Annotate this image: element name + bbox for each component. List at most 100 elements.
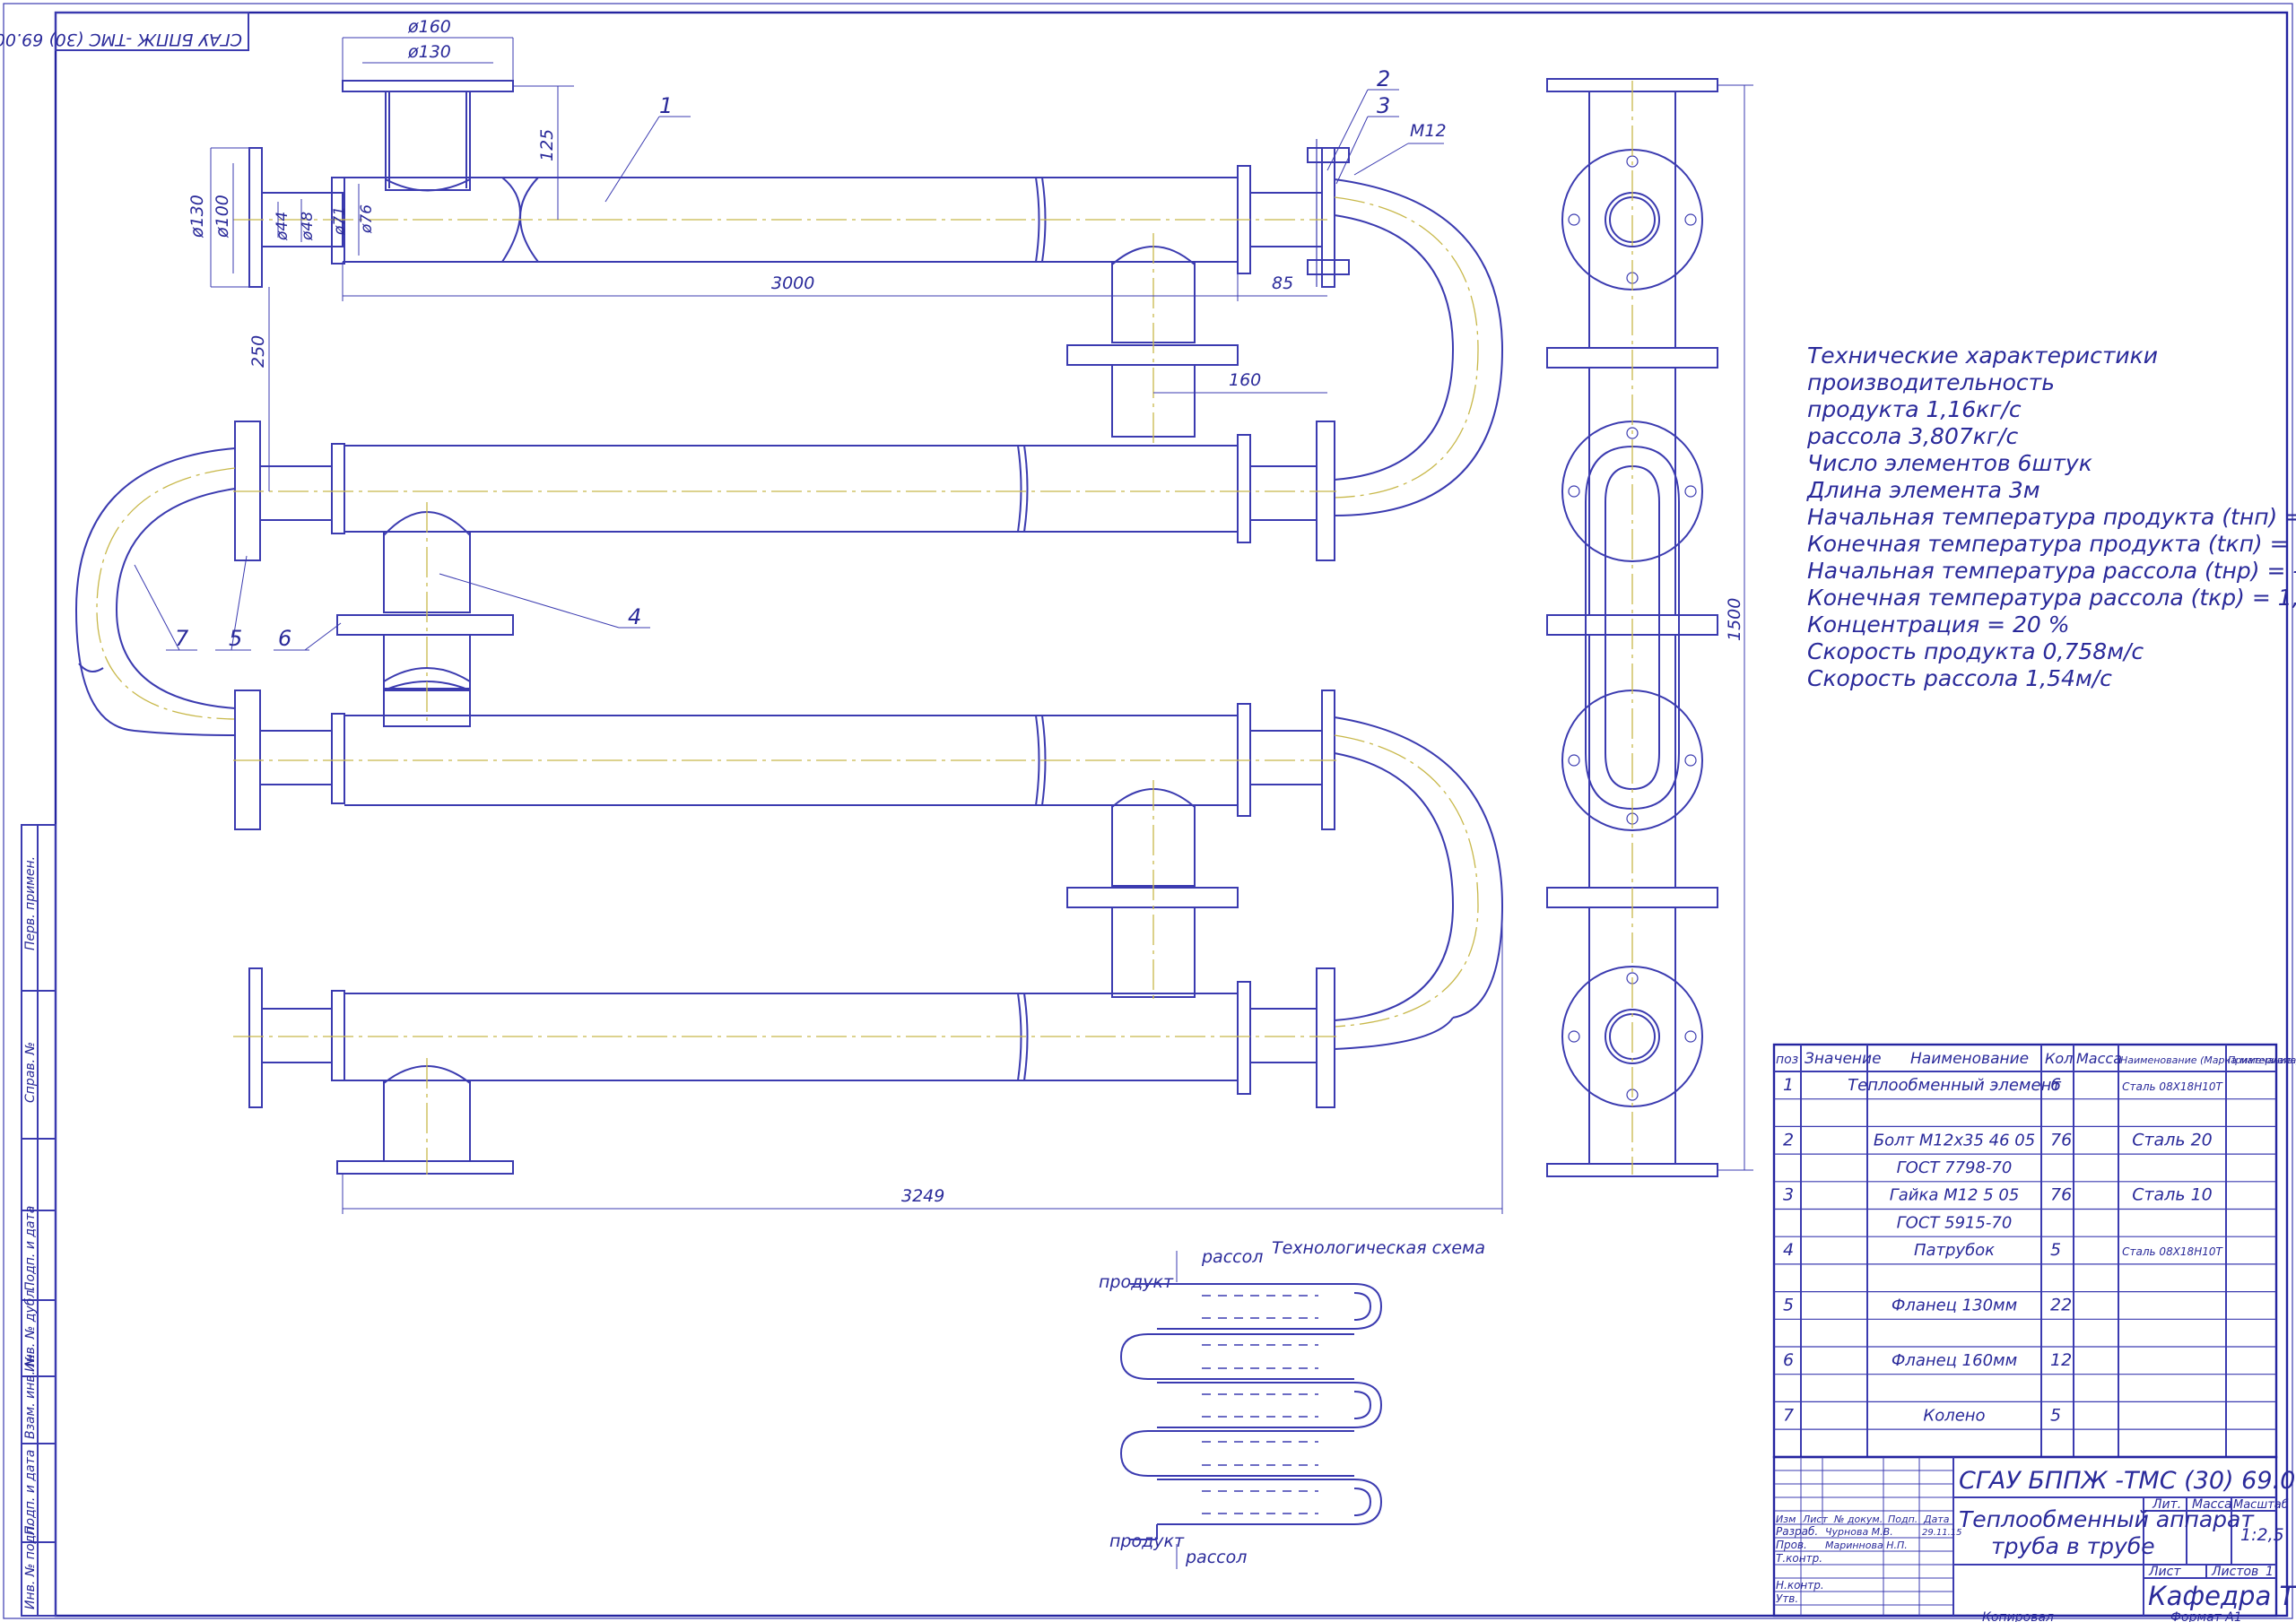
bom-h-val: Значение (1805, 1050, 1882, 1068)
side-stamp-6: Инв. № подл. (23, 1522, 38, 1609)
tech-characteristics: Технические характеристики производитель… (1806, 343, 2296, 691)
bom-cell-name: ГОСТ 5915-70 (1897, 1213, 2013, 1232)
element-row-4 (233, 967, 1336, 1175)
tb-role-2: Т.контр. (1776, 1552, 1822, 1565)
tech-line-6: Начальная температура продукта (tнп) = 8… (1807, 504, 2296, 530)
side-stamp-5: Подп. и дата (23, 1450, 38, 1535)
scheme-row-3 (1157, 1382, 1383, 1428)
bom-cell-name: ГОСТ 7798-70 (1897, 1158, 2013, 1177)
tb-lbl-sign: Подп. (1888, 1514, 1918, 1525)
bom-cell-name: Патрубок (1914, 1241, 1995, 1260)
bom-cell-pos: 3 (1783, 1185, 1794, 1205)
scheme-brine-in: рассол (1201, 1247, 1263, 1267)
bom-cell-material: Сталь 10 (2132, 1185, 2213, 1205)
tb-sheets-n: 1 (2266, 1565, 2274, 1579)
copied-label: Копировал (1982, 1610, 2054, 1622)
bom-cell-pos: 7 (1783, 1405, 1794, 1425)
scheme-row-1 (1157, 1283, 1383, 1330)
dim-d76: ø76 (358, 204, 376, 234)
tb-role-4: Н.контр. (1776, 1579, 1824, 1592)
drawing-frame (54, 11, 2289, 1618)
tb-sheets: Листов (2211, 1565, 2258, 1579)
dim-125: 125 (537, 129, 557, 161)
bom-rows: 1 Теплообменный элемент 6 Сталь 08Х18Н10Т 2 Б… (1774, 1075, 2276, 1458)
tech-line-7: Конечная температура продукта (tкп) = 4,… (1807, 531, 2296, 557)
bom-cell-pos: 1 (1783, 1075, 1794, 1095)
bom-cell-qty: 76 (2050, 1130, 2072, 1149)
side-stamp-4: Взам. инв. № (23, 1354, 38, 1439)
bom-h-mass: Масса (2076, 1050, 2122, 1067)
tb-lbl-izm: Изм (1776, 1514, 1796, 1525)
bom-cell-name: Гайка М12 5 05 (1890, 1186, 2020, 1205)
tech-line-2: продукта 1,16кг/с (1807, 396, 2022, 422)
tb-scale: 1:2,5 (2240, 1525, 2284, 1545)
bom-cell-name: Фланец 130мм (1892, 1296, 2017, 1314)
tb-doc-code: СГАУ БППЖ -ТМС (30) 69.00.000. ВО (1959, 1467, 2296, 1495)
dim-3000: 3000 (771, 273, 814, 293)
tech-scheme: Технологическая схема рассол продукт про… (1099, 1238, 1485, 1569)
scheme-row-2 (1119, 1333, 1354, 1380)
bom-cell-pos: 5 (1783, 1295, 1794, 1314)
tb-name-1: Мариннова Н.П. (1825, 1540, 1908, 1551)
side-view: 1500 (1546, 78, 1753, 1177)
bom-cell-pos: 6 (1783, 1350, 1794, 1370)
bom-h-qty: Кол (2045, 1050, 2073, 1067)
tech-line-0: Технические характеристики (1807, 343, 2158, 369)
dim-85: 85 (1272, 273, 1293, 293)
scheme-row-4 (1119, 1430, 1354, 1477)
dim-3249: 3249 (901, 1186, 944, 1206)
bom-h-name: Наименование (1910, 1050, 2029, 1068)
callout-2: 2 (1377, 66, 1390, 91)
bom-cell-name: Фланец 160мм (1892, 1351, 2017, 1370)
tb-mass: Масса (2192, 1497, 2232, 1512)
callout-4: 4 (628, 604, 641, 629)
format-label: Формат А1 (2170, 1610, 2242, 1622)
bom-cell-material: Сталь 08Х18Н10Т (2122, 1080, 2223, 1093)
tech-line-10: Концентрация = 20 % (1807, 612, 2070, 638)
bom-cell-name: Теплообменный элемент (1848, 1076, 2061, 1095)
element-row-3 (233, 690, 1336, 1000)
tb-name-0: Чурнова М.В. (1825, 1526, 1893, 1538)
title-block: Изм Лист № докум. Подп. Дата Разраб. Чур… (1772, 1455, 2296, 1618)
u-bend-right-1 (1334, 178, 1504, 516)
bom-cell-name: Колено (1923, 1406, 1985, 1425)
callout-6: 6 (278, 626, 291, 651)
tech-line-11: Скорость продукта 0,758м/с (1807, 638, 2144, 664)
tb-lbl-list: Лист (1802, 1514, 1828, 1525)
bom-cell-material: Сталь 08Х18Н10Т (2122, 1245, 2223, 1258)
dim-250: 250 (248, 335, 268, 368)
side-stamp-1: Справ. № (23, 1042, 38, 1103)
dim-d130-top: ø130 (407, 42, 451, 62)
rotated-stamp: СГАУ БППЖ -ТМС (30) 69.00.000. ВО (0, 12, 249, 51)
scheme-title: Технологическая схема (1272, 1238, 1485, 1258)
bom-cell-qty: 5 (2050, 1240, 2061, 1260)
bom-cell-qty: 22 (2050, 1295, 2072, 1314)
tech-line-12: Скорость рассола 1,54м/с (1807, 665, 2112, 691)
bom-h-pos: поз (1776, 1053, 1798, 1067)
bom-cell-qty: 5 (2050, 1405, 2061, 1425)
tb-name-line2: труба в трубе (1991, 1533, 2155, 1559)
bom-cell-pos: 4 (1783, 1240, 1794, 1260)
tb-lbl-date: Дата (1923, 1514, 1950, 1525)
dim-d130-left: ø130 (187, 195, 207, 239)
tech-line-8: Начальная температура рассола (tнр) = -1… (1807, 558, 2296, 584)
callout-1: 1 (659, 93, 673, 118)
bom-cell-name: Болт М12х35 46 05 (1874, 1131, 2035, 1149)
tb-lbl-doc: № докум. (1833, 1514, 1883, 1525)
tech-line-9: Конечная температура рассола (tкр) = 1,2… (1807, 585, 2296, 611)
bom-cell-pos: 2 (1783, 1130, 1794, 1149)
callout-7: 7 (175, 626, 189, 651)
u-bend-right-2 (1334, 716, 1504, 1050)
tech-line-5: Длина элемента 3м (1806, 477, 2040, 503)
dim-1500: 1500 (1725, 598, 1744, 641)
tb-role-0: Разраб. (1776, 1525, 1818, 1538)
tech-line-4: Число элементов 6штук (1807, 450, 2092, 476)
dim-160: 160 (1229, 370, 1261, 390)
bom-cell-material: Сталь 20 (2132, 1130, 2213, 1149)
tb-date-0: 29.11.15 (1922, 1528, 1962, 1538)
technical-drawing: СГАУ БППЖ -ТМС (30) 69.00.000. ВО Перв. … (0, 3, 2296, 1622)
dim-d100: ø100 (213, 195, 232, 239)
tb-lit: Лит. (2152, 1497, 2181, 1512)
scheme-product-in: продукт (1099, 1272, 1174, 1292)
dim-d44: ø44 (274, 212, 291, 241)
